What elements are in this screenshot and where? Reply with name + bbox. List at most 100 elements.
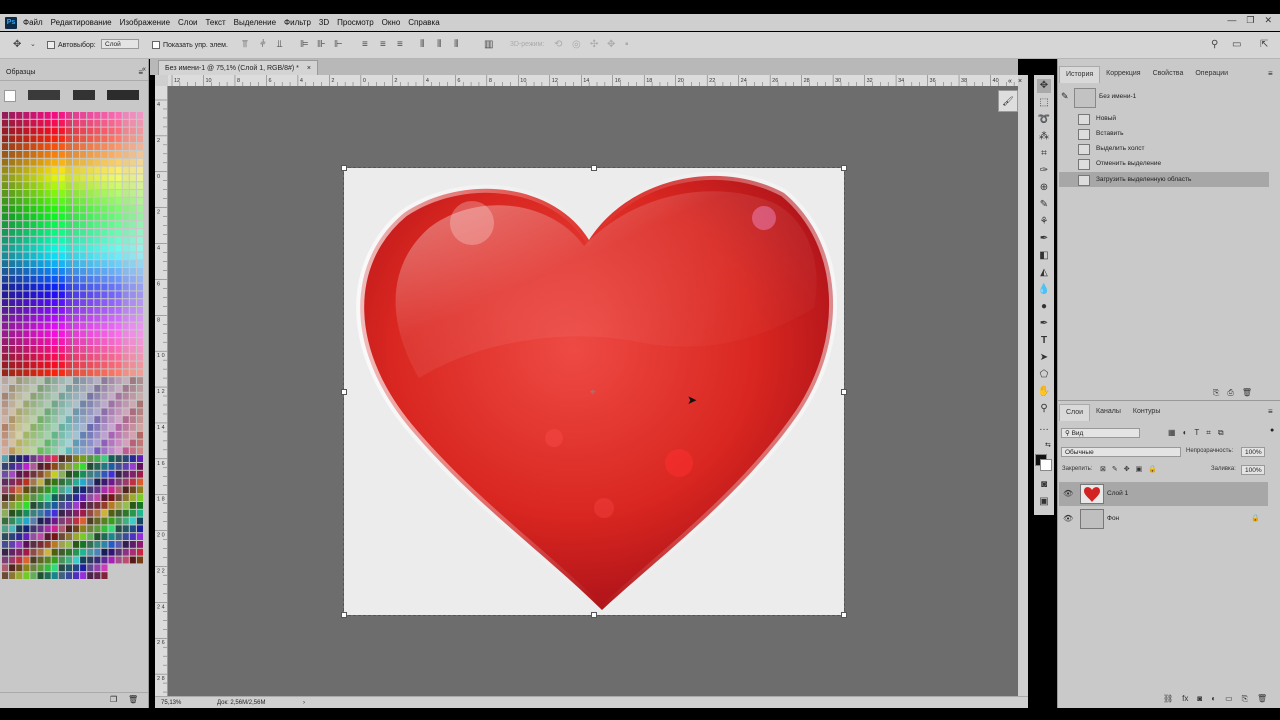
swatch[interactable] bbox=[16, 455, 23, 462]
swatch[interactable] bbox=[44, 502, 51, 509]
swatch[interactable] bbox=[80, 135, 87, 143]
swatch[interactable] bbox=[65, 525, 72, 533]
swatch[interactable] bbox=[37, 408, 44, 416]
swatch[interactable] bbox=[9, 369, 16, 377]
swatch[interactable] bbox=[65, 213, 72, 221]
swatch[interactable] bbox=[65, 517, 72, 525]
type-filter-icon[interactable]: T bbox=[1194, 428, 1199, 438]
swatch[interactable] bbox=[136, 424, 143, 431]
swatch[interactable] bbox=[73, 205, 80, 213]
swatch[interactable] bbox=[58, 275, 65, 283]
swatch[interactable] bbox=[129, 502, 136, 509]
swatch[interactable] bbox=[51, 127, 58, 135]
swatch[interactable] bbox=[87, 392, 94, 400]
swatch[interactable] bbox=[136, 463, 143, 470]
swatch[interactable] bbox=[44, 112, 51, 119]
swatch[interactable] bbox=[129, 127, 136, 135]
swatch[interactable] bbox=[115, 166, 122, 174]
swatch-gray-group-2[interactable] bbox=[73, 90, 95, 100]
fill-field[interactable]: 100% bbox=[1241, 465, 1265, 475]
swatch[interactable] bbox=[65, 486, 72, 494]
swatch[interactable] bbox=[44, 158, 51, 166]
swatch[interactable] bbox=[73, 236, 80, 244]
swatch[interactable] bbox=[115, 299, 122, 306]
swatch[interactable] bbox=[58, 158, 65, 166]
3d-roll-icon[interactable]: ◎ bbox=[572, 40, 581, 50]
swatch[interactable] bbox=[122, 330, 129, 338]
swatch[interactable] bbox=[16, 127, 23, 135]
swatch[interactable] bbox=[16, 353, 23, 361]
swatch[interactable] bbox=[37, 330, 44, 338]
swatch[interactable] bbox=[108, 275, 115, 283]
swatch[interactable] bbox=[51, 377, 58, 384]
swatch[interactable] bbox=[136, 447, 143, 455]
swatch[interactable] bbox=[30, 494, 37, 501]
swatch[interactable] bbox=[2, 283, 9, 291]
swatch[interactable] bbox=[108, 408, 115, 416]
swatch[interactable] bbox=[80, 151, 87, 158]
3d-pan-icon[interactable]: ✣ bbox=[590, 40, 598, 50]
swatch[interactable] bbox=[23, 221, 30, 228]
swatch[interactable] bbox=[129, 424, 136, 431]
swatch[interactable] bbox=[122, 541, 129, 548]
layer-row[interactable]: 👁 Фон 🔒 bbox=[1059, 507, 1268, 531]
swatch[interactable] bbox=[9, 322, 16, 330]
swatch[interactable] bbox=[80, 463, 87, 470]
swatch[interactable] bbox=[58, 119, 65, 127]
swatch[interactable] bbox=[2, 369, 9, 377]
swatch[interactable] bbox=[37, 307, 44, 314]
swatch[interactable] bbox=[122, 275, 129, 283]
swatch[interactable] bbox=[122, 447, 129, 455]
swatch[interactable] bbox=[129, 377, 136, 384]
swatch[interactable] bbox=[73, 307, 80, 314]
swatch[interactable] bbox=[37, 525, 44, 533]
swatch[interactable] bbox=[44, 494, 51, 501]
swatch[interactable] bbox=[58, 548, 65, 556]
swatch[interactable] bbox=[30, 197, 37, 205]
swatch[interactable] bbox=[108, 431, 115, 439]
swatch[interactable] bbox=[136, 221, 143, 228]
swatch[interactable] bbox=[23, 268, 30, 275]
swatch[interactable] bbox=[129, 517, 136, 525]
swatch[interactable] bbox=[94, 135, 101, 143]
swatch[interactable] bbox=[94, 494, 101, 501]
swatch[interactable] bbox=[65, 377, 72, 384]
swatch[interactable] bbox=[115, 112, 122, 119]
swatch[interactable] bbox=[115, 213, 122, 221]
swatch[interactable] bbox=[94, 470, 101, 478]
swatch[interactable] bbox=[122, 478, 129, 486]
swatch[interactable] bbox=[44, 533, 51, 540]
swatch[interactable] bbox=[65, 541, 72, 548]
swatch[interactable] bbox=[129, 392, 136, 400]
swatch[interactable] bbox=[80, 509, 87, 517]
swatch[interactable] bbox=[73, 268, 80, 275]
history-snapshot[interactable]: ✎ Без имени-1 bbox=[1059, 87, 1269, 108]
swatch[interactable] bbox=[136, 275, 143, 283]
swatch[interactable] bbox=[16, 190, 23, 197]
swatch[interactable] bbox=[23, 158, 30, 166]
swatch[interactable] bbox=[51, 197, 58, 205]
swatch[interactable] bbox=[122, 525, 129, 533]
swatch[interactable] bbox=[73, 478, 80, 486]
swatch[interactable] bbox=[94, 330, 101, 338]
swatch[interactable] bbox=[2, 408, 9, 416]
swatch[interactable] bbox=[80, 112, 87, 119]
swatch[interactable] bbox=[80, 213, 87, 221]
transform-handle[interactable] bbox=[841, 389, 847, 395]
swatch[interactable] bbox=[65, 143, 72, 150]
document-tab[interactable]: Без имени-1 @ 75,1% (Слой 1, RGB/8#) * × bbox=[158, 60, 318, 76]
3d-rotate-icon[interactable]: ⟲ bbox=[554, 40, 562, 50]
swatch[interactable] bbox=[51, 252, 58, 260]
swatch[interactable] bbox=[129, 494, 136, 501]
swatch[interactable] bbox=[136, 346, 143, 353]
swatch[interactable] bbox=[80, 158, 87, 166]
swatch[interactable] bbox=[30, 556, 37, 564]
swatch[interactable] bbox=[65, 252, 72, 260]
swatch[interactable] bbox=[9, 260, 16, 267]
swatch[interactable] bbox=[30, 244, 37, 252]
swatch[interactable] bbox=[44, 221, 51, 228]
swatch[interactable] bbox=[44, 509, 51, 517]
swatch[interactable] bbox=[30, 275, 37, 283]
swatch-gray-group-3[interactable] bbox=[107, 90, 139, 100]
swatch[interactable] bbox=[23, 494, 30, 501]
